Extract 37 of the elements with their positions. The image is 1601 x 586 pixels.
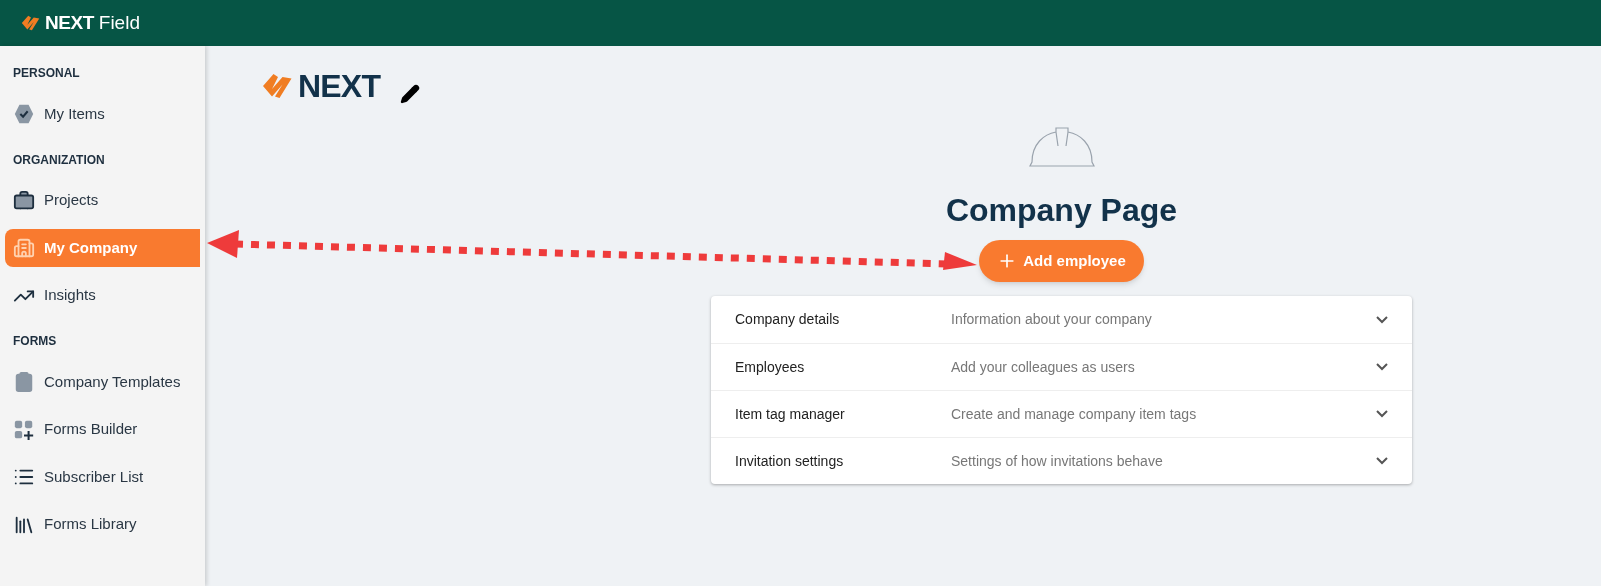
row-description: Settings of how invitations behave bbox=[951, 451, 1164, 471]
check-hexagon-icon bbox=[13, 103, 35, 125]
sidebar-item[interactable]: Insights bbox=[5, 276, 200, 315]
accordion-row[interactable]: Company details Information about your company bbox=[711, 296, 1412, 343]
page-title: Company Page bbox=[945, 191, 1178, 230]
accordion-row[interactable]: Employees Add your colleagues as users bbox=[711, 343, 1412, 390]
chevron-down-icon bbox=[1376, 315, 1388, 324]
chevron-down-icon bbox=[1376, 410, 1388, 418]
row-title: Employees bbox=[735, 357, 806, 377]
sidebar-item[interactable]: Forms Library bbox=[5, 505, 200, 544]
accordion-row[interactable]: Item tag manager Create and manage company item tags bbox=[711, 390, 1412, 437]
hard-hat-icon bbox=[1027, 126, 1096, 168]
section-heading: PERSONAL bbox=[12, 65, 81, 82]
briefcase-icon bbox=[13, 189, 35, 212]
row-description: Information about your company bbox=[951, 310, 1153, 329]
app-logo-text: NEXT bbox=[45, 10, 94, 35]
chevron-down-icon bbox=[1376, 363, 1388, 371]
edit-icon[interactable] bbox=[400, 84, 421, 104]
row-title: Company details bbox=[735, 310, 841, 329]
section-heading: ORGANIZATION bbox=[12, 151, 106, 169]
row-description: Create and manage company item tags bbox=[951, 404, 1198, 424]
row-description: Add your colleagues as users bbox=[951, 357, 1136, 377]
section-heading: FORMS bbox=[12, 333, 58, 350]
sidebar-item[interactable]: Company Templates bbox=[5, 363, 200, 401]
sidebar-item[interactable]: Projects bbox=[5, 181, 200, 220]
row-title: Item tag manager bbox=[735, 404, 846, 424]
app-name: Field bbox=[98, 10, 140, 35]
clipboard-icon bbox=[13, 371, 35, 393]
sidebar-item[interactable]: Forms Builder bbox=[5, 410, 200, 449]
grid-plus-icon bbox=[13, 418, 35, 441]
sidebar-item[interactable]: Subscriber List bbox=[5, 458, 200, 496]
accordion-row[interactable]: Invitation settings Settings of how invitations behave bbox=[711, 437, 1412, 484]
building-icon bbox=[13, 237, 35, 259]
row-title: Invitation settings bbox=[735, 451, 845, 471]
chevron-down-icon bbox=[1376, 457, 1388, 465]
sidebar-item[interactable]: My Items bbox=[5, 95, 200, 133]
company-logo-text: NEXT bbox=[298, 70, 381, 102]
